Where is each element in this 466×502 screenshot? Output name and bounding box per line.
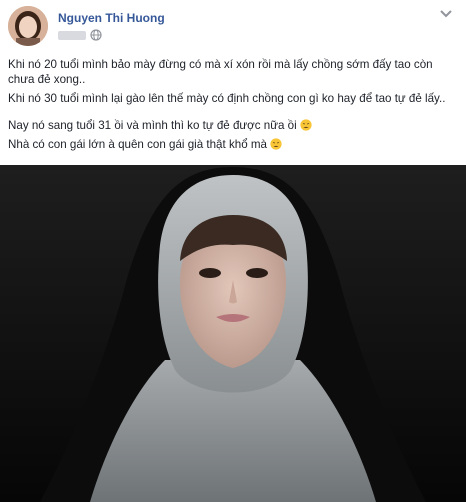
post-line-with-emoji: Nhà có con gái lớn à quên con gái già th… xyxy=(8,137,456,152)
facebook-post: Nguyen Thi Huong Khi nó 20 tuổi mình bảo… xyxy=(0,0,466,502)
chevron-down-icon xyxy=(440,10,452,18)
post-line: Nhà có con gái lớn à quên con gái già th… xyxy=(8,138,267,151)
post-line-with-emoji: Nay nó sang tuổi 31 ồi và mình thì ko tự… xyxy=(8,118,456,133)
post-line: Khi nó 20 tuổi mình bảo mày đừng có mà x… xyxy=(8,58,433,86)
timestamp-redacted[interactable] xyxy=(58,30,86,40)
post-photo[interactable] xyxy=(0,165,466,502)
post-meta xyxy=(58,29,102,41)
post-options-button[interactable] xyxy=(436,6,456,22)
avatar-image xyxy=(8,6,48,46)
weary-face-emoji-icon xyxy=(270,138,282,150)
weary-face-emoji-icon xyxy=(300,119,312,131)
globe-icon xyxy=(90,29,102,41)
avatar[interactable] xyxy=(8,6,48,46)
post-text: Khi nó 20 tuổi mình bảo mày đừng có mà x… xyxy=(8,57,456,156)
author-name[interactable]: Nguyen Thi Huong xyxy=(58,11,165,25)
post-line: Nay nó sang tuổi 31 ồi và mình thì ko tự… xyxy=(8,119,297,132)
nun-portrait-image xyxy=(0,165,466,502)
post-line: Khi nó 30 tuổi mình lại gào lên thế mày … xyxy=(8,92,446,105)
